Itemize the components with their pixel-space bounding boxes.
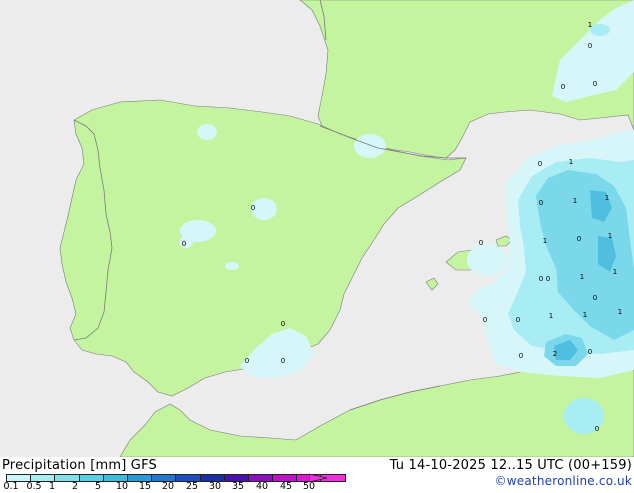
precip-value-label: 0 [182,240,186,248]
precip-value-label: 0 [519,352,523,360]
precip-value-label: 0 [245,357,249,365]
precip-value-label: 0 [593,294,597,302]
precip-value-label: 2 [553,350,557,358]
credit-link[interactable]: ©weatheronline.co.uk [495,474,632,488]
scale-tick-label: 5 [94,481,102,492]
precip-value-label: 0 [516,316,520,324]
precip-value-label: 1 [573,197,577,205]
precip-value-label: 0 [588,348,592,356]
scale-tick-label: 0.5 [26,481,42,492]
precip-value-label: 0 [483,316,487,324]
precip-value-label: 0 [561,83,565,91]
scale-tick-label: 10 [115,481,129,492]
scale-tick-label: 2 [71,481,79,492]
precip-value-label: 0 [595,425,599,433]
scale-tick-label: 15 [138,481,152,492]
precip-value-label: 1 [588,21,592,29]
precip-value-label: 0 [539,275,543,283]
precip-value-label: 1 [549,312,553,320]
precip-value-label: 0 [546,275,550,283]
scale-tick-label: 1 [48,481,56,492]
precip-value-label: 0 [281,320,285,328]
map-title: Precipitation [mm] GFS [2,458,157,473]
precip-value-label: 1 [605,194,609,202]
scale-tick-label: 30 [208,481,222,492]
scale-tick-label: 0.1 [3,481,19,492]
precip-value-label: 1 [580,273,584,281]
precip-value-label: 0 [479,239,483,247]
precip-value-label: 0 [251,204,255,212]
scale-tick-label: 45 [279,481,293,492]
precip-scale-ticks: 0.1 0.5 1 2 5 10 15 20 25 30 35 40 45 50 [0,481,330,493]
map-svg: 0000 00 10 1 1110101101 110 00000 02000 [0,0,634,457]
precip-value-label: 0 [593,80,597,88]
precip-value-label: 1 [583,311,587,319]
scale-tick-label: 25 [185,481,199,492]
scale-tick-label: 35 [231,481,245,492]
map-footer: Precipitation [mm] GFS Tu 14-10-2025 12.… [0,457,634,493]
precip-value-label: 1 [618,308,622,316]
scale-tick-label: 40 [255,481,269,492]
precipitation-map: 00000010111101011011100000002000 [0,0,634,457]
precip-value-label: 1 [543,237,547,245]
precip-value-label: 1 [569,158,573,166]
precip-value-label: 0 [539,199,543,207]
precip-value-label: 0 [577,235,581,243]
scale-tick-label: 50 [302,481,316,492]
precip-value-label: 1 [608,232,612,240]
precip-value-label: 0 [588,42,592,50]
forecast-datetime: Tu 14-10-2025 12..15 UTC (00+159) [389,458,632,473]
precip-value-label: 1 [613,268,617,276]
precip-value-label: 0 [281,357,285,365]
precip-value-label: 0 [538,160,542,168]
scale-tick-label: 20 [161,481,175,492]
